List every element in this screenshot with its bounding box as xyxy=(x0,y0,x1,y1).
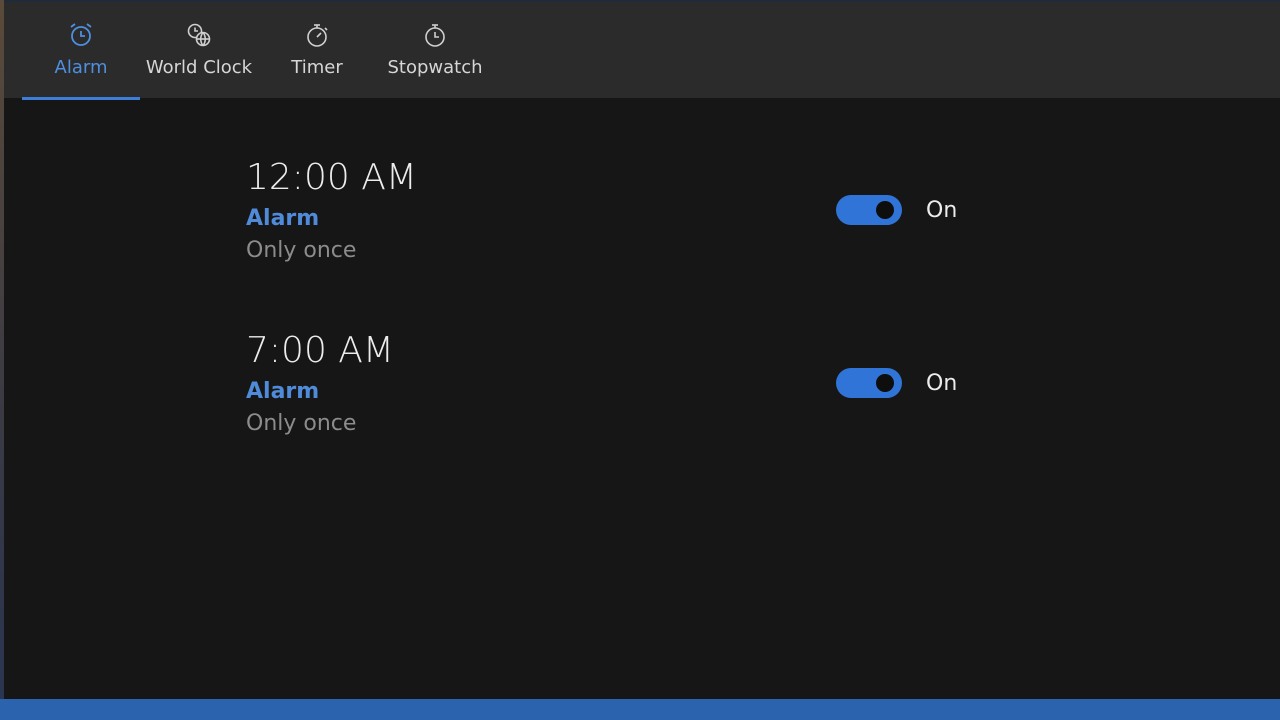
clock-app-window: Alarm World Clock Timer Stopwatch 12:00 … xyxy=(0,0,1280,720)
toggle-switch[interactable] xyxy=(836,368,902,398)
alarm-repeat: Only once xyxy=(246,411,357,436)
tab-stopwatch[interactable]: Stopwatch xyxy=(376,2,494,100)
alarm-toggle-1[interactable]: On xyxy=(836,195,957,225)
tab-world-clock-label: World Clock xyxy=(145,57,253,78)
window-left-edge xyxy=(0,0,4,700)
tab-alarm[interactable]: Alarm xyxy=(22,2,140,100)
alarm-clock-icon xyxy=(66,20,96,50)
alarm-repeat: Only once xyxy=(246,238,357,263)
alarm-item[interactable]: 7:00 AM Alarm Only once xyxy=(246,331,394,437)
tab-stopwatch-label: Stopwatch xyxy=(387,57,483,78)
tab-world-clock[interactable]: World Clock xyxy=(140,2,258,100)
toggle-state-label: On xyxy=(926,370,958,396)
tab-timer[interactable]: Timer xyxy=(258,2,376,100)
alarm-time: 12:00 AM xyxy=(246,157,417,198)
toggle-knob xyxy=(876,374,894,392)
active-tab-indicator xyxy=(22,97,140,100)
timer-icon xyxy=(302,20,332,50)
toggle-switch[interactable] xyxy=(836,195,902,225)
toggle-state-label: On xyxy=(926,197,958,223)
world-clock-icon xyxy=(184,20,214,50)
tab-timer-label: Timer xyxy=(291,57,343,78)
tab-alarm-label: Alarm xyxy=(54,57,108,78)
alarm-item[interactable]: 12:00 AM Alarm Only once xyxy=(246,158,417,264)
alarm-name: Alarm xyxy=(246,206,320,231)
taskbar-strip xyxy=(0,699,1280,720)
alarm-toggle-2[interactable]: On xyxy=(836,368,957,398)
alarm-time: 7:00 AM xyxy=(246,330,394,371)
stopwatch-icon xyxy=(420,20,450,50)
tab-bar: Alarm World Clock Timer Stopwatch xyxy=(4,0,1280,100)
alarm-name: Alarm xyxy=(246,379,320,404)
toggle-knob xyxy=(876,201,894,219)
